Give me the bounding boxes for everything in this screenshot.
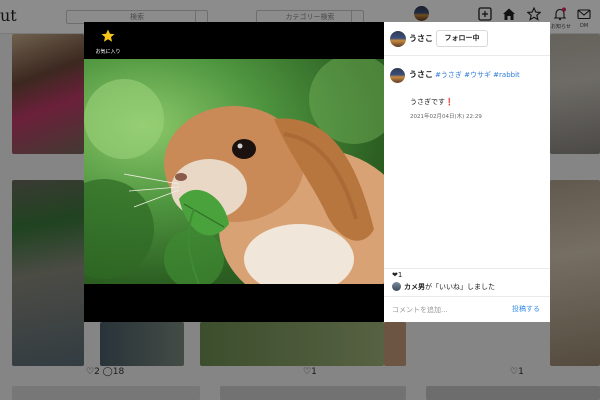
rabbit-image bbox=[84, 59, 384, 284]
liked-by-text: カメ男が「いいね」しました bbox=[404, 282, 495, 292]
star-icon bbox=[101, 29, 115, 42]
author-name[interactable]: うさこ bbox=[409, 33, 433, 44]
comment-bar: 投稿する bbox=[384, 296, 550, 322]
author-avatar[interactable] bbox=[390, 31, 406, 47]
follow-button[interactable]: フォロー中 bbox=[436, 30, 488, 47]
post-hashtags[interactable]: #うさぎ #ウサギ #rabbit bbox=[435, 70, 520, 80]
post-caption: うさぎです❗ bbox=[410, 98, 454, 106]
post-comment-button[interactable]: 投稿する bbox=[512, 304, 540, 314]
post-photo-container: お気に入り bbox=[84, 22, 384, 322]
post-timestamp: 2021年02月04日(木) 22:29 bbox=[410, 114, 482, 120]
favorite-button[interactable]: お気に入り bbox=[90, 28, 126, 55]
liker-avatar bbox=[392, 282, 401, 291]
comment-input[interactable] bbox=[392, 303, 496, 317]
rabbit-photo bbox=[84, 59, 384, 284]
post-author-name[interactable]: うさこ bbox=[409, 69, 433, 80]
post-header: うさこ フォロー中 bbox=[384, 22, 550, 56]
liked-by-message: が「いいね」しました bbox=[425, 283, 495, 291]
favorite-label: お気に入り bbox=[95, 49, 121, 55]
likes-section: ❤1 カメ男が「いいね」しました bbox=[384, 268, 550, 294]
liker-name[interactable]: カメ男 bbox=[404, 283, 425, 291]
like-count[interactable]: ❤1 bbox=[392, 271, 402, 279]
post-author-avatar[interactable] bbox=[390, 68, 405, 83]
post-detail-panel: うさこ フォロー中 うさこ #うさぎ #ウサギ #rabbit うさぎです❗ 2… bbox=[384, 22, 550, 322]
